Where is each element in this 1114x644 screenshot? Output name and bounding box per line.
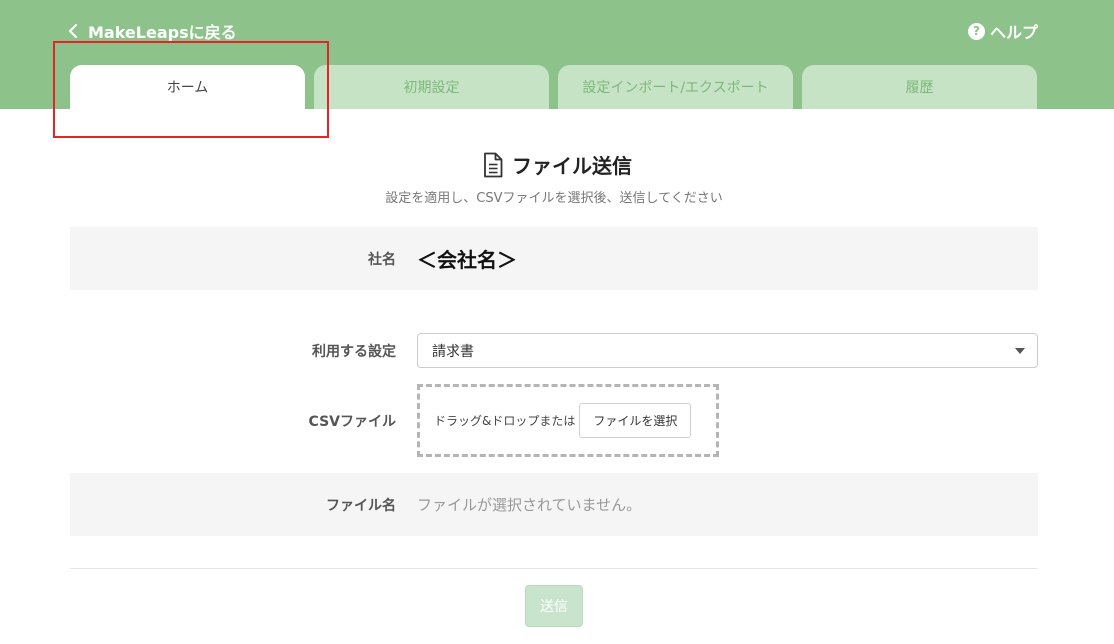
document-icon <box>484 152 503 177</box>
setting-selected-value: 請求書 <box>432 343 474 360</box>
company-label: 社名 <box>368 251 396 268</box>
help-label: ヘルプ <box>989 23 1038 42</box>
company-name: ＜会社名＞ <box>417 248 517 272</box>
tab-home[interactable]: ホーム <box>70 65 305 109</box>
csv-label: CSVファイル <box>308 413 396 430</box>
tab-settings-import-export[interactable]: 設定インポート/エクスポート <box>558 65 793 109</box>
page-title-row: ファイル送信 <box>0 150 1114 179</box>
filename-value: ファイルが選択されていません。 <box>417 496 642 514</box>
help-icon: ? <box>967 22 985 40</box>
choose-file-button[interactable]: ファイルを選択 <box>579 403 692 438</box>
page-subtitle: 設定を適用し、CSVファイルを選択後、送信してください <box>385 191 723 206</box>
filename-row: ファイル名 ファイルが選択されていません。 <box>70 473 1038 536</box>
chevron-left-icon <box>66 21 80 41</box>
back-to-makeleaps-link[interactable]: MakeLeapsに戻る <box>66 19 237 43</box>
setting-select[interactable]: 請求書 <box>417 333 1038 368</box>
divider <box>70 568 1038 569</box>
tab-history[interactable]: 履歴 <box>802 65 1037 109</box>
setting-row: 利用する設定 請求書 <box>70 333 1038 368</box>
submit-button[interactable]: 送信 <box>525 585 583 627</box>
tab-initial-settings[interactable]: 初期設定 <box>314 65 549 109</box>
setting-label: 利用する設定 <box>312 343 396 360</box>
page-title: ファイル送信 <box>512 154 632 178</box>
app-header: MakeLeapsに戻る ? ヘルプ ホーム 初期設定 設定インポート/エクスポ… <box>0 0 1114 109</box>
csv-row: CSVファイル ドラッグ&ドロップまたは ファイルを選択 <box>70 384 1038 457</box>
caret-down-icon <box>1015 347 1025 354</box>
drop-text: ドラッグ&ドロップまたは <box>434 414 576 428</box>
company-row: 社名 ＜会社名＞ <box>70 227 1038 290</box>
help-link[interactable]: ? ヘルプ <box>967 19 1038 43</box>
back-link-label: MakeLeapsに戻る <box>88 23 237 42</box>
main-tabs: ホーム 初期設定 設定インポート/エクスポート 履歴 <box>70 65 1037 109</box>
filename-label: ファイル名 <box>326 497 396 514</box>
csv-dropzone[interactable]: ドラッグ&ドロップまたは ファイルを選択 <box>417 384 719 457</box>
